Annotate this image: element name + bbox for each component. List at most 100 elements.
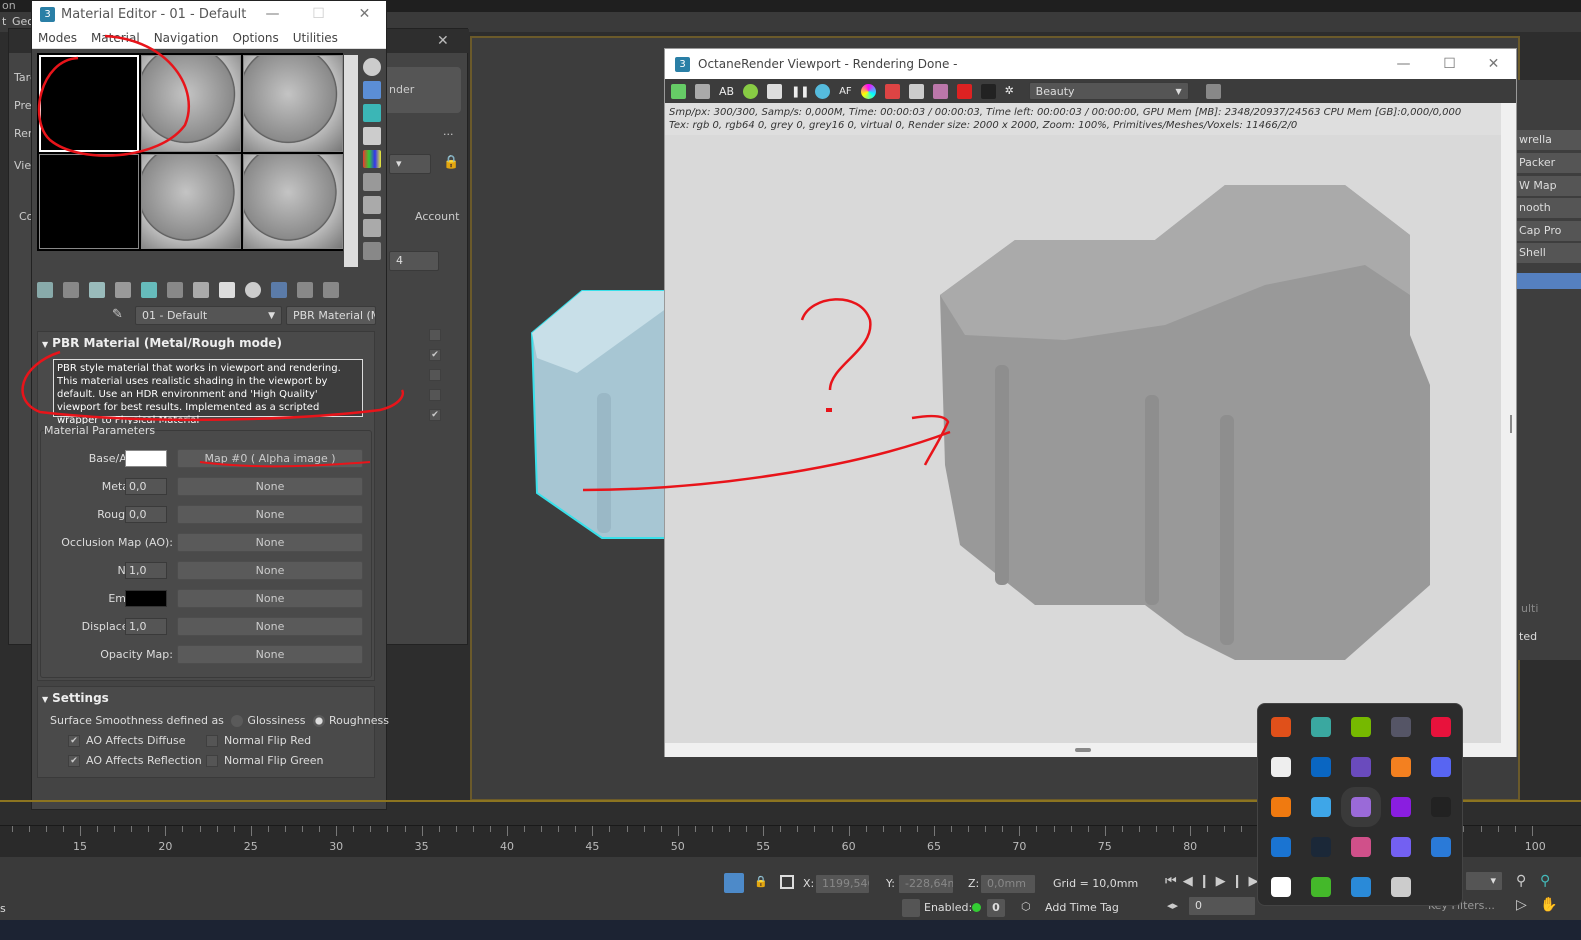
maximize-button[interactable]: ☐ (1427, 49, 1472, 79)
metalness-spinner[interactable]: 0,0 (125, 478, 167, 495)
rollout-header[interactable]: ▼ PBR Material (Metal/Rough mode) (38, 332, 374, 350)
modifier-button[interactable]: nooth (1517, 198, 1581, 218)
time-config-icon[interactable]: ◂▸ (1167, 899, 1178, 912)
selection-lock-icon[interactable] (724, 873, 744, 893)
checkbox[interactable]: ✔ (429, 349, 441, 361)
options-icon[interactable] (363, 196, 381, 214)
copilot-icon[interactable] (1351, 837, 1371, 857)
minimize-button[interactable]: — (250, 1, 295, 28)
go-to-parent-icon[interactable] (297, 282, 313, 298)
assign-material-icon[interactable] (89, 282, 105, 298)
red-app-icon[interactable] (1431, 717, 1451, 737)
show-shaded-icon[interactable] (245, 282, 261, 298)
roughness-map-button[interactable]: None (177, 505, 363, 524)
emission-color-swatch[interactable] (125, 590, 167, 607)
ab-compare-button[interactable]: AB (719, 85, 734, 98)
steam-icon[interactable] (1311, 837, 1331, 857)
material-slot[interactable] (243, 55, 343, 152)
checkbox[interactable] (429, 389, 441, 401)
modifier-button[interactable]: W Map (1517, 176, 1581, 196)
minimize-button[interactable]: — (1381, 49, 1426, 79)
roughness-radio[interactable] (312, 715, 325, 727)
maximize-button[interactable]: ☐ (296, 1, 341, 28)
material-navigator-icon[interactable] (363, 242, 381, 260)
backlight-icon[interactable] (363, 81, 381, 99)
checkbox[interactable] (429, 329, 441, 341)
normal-spinner[interactable]: 1,0 (125, 562, 167, 579)
restart-icon[interactable] (743, 83, 759, 99)
account-tab[interactable]: Account (415, 210, 459, 223)
lock-icon[interactable]: 🔒 (754, 875, 768, 888)
ao-diffuse-checkbox[interactable]: ✔ AO Affects Diffuse (68, 734, 186, 747)
cloudflare-icon[interactable] (1391, 757, 1411, 777)
base-map-button[interactable]: Map #0 ( Alpha image ) (177, 449, 363, 468)
feather-icon[interactable] (1341, 787, 1381, 827)
linkedin-icon[interactable] (1311, 757, 1331, 777)
modifier-stack-selected[interactable] (1517, 273, 1581, 289)
autofocus-button[interactable]: AF (839, 86, 852, 97)
playback-controls[interactable]: ⏮◀❙▶❙▶ (1165, 874, 1264, 889)
ao-reflection-checkbox[interactable]: ✔ AO Affects Reflection (68, 754, 202, 767)
delete-icon[interactable] (115, 282, 131, 298)
material-slot[interactable] (39, 55, 139, 152)
put-to-scene-icon[interactable] (63, 282, 79, 298)
viber-icon[interactable] (1391, 837, 1411, 857)
material-name-field[interactable]: 01 - Default ▼ (135, 306, 282, 325)
background-icon[interactable] (363, 104, 381, 122)
uv-tiling-icon[interactable] (363, 127, 381, 145)
defender-icon[interactable] (1351, 877, 1371, 897)
occlusion-map-button[interactable]: None (177, 533, 363, 552)
material-slot[interactable] (141, 154, 241, 249)
app-grid-icon[interactable] (1311, 717, 1331, 737)
metalness-map-button[interactable]: None (177, 477, 363, 496)
checkbox[interactable] (429, 369, 441, 381)
more-icon[interactable]: ... (443, 125, 454, 138)
material-slot[interactable] (141, 55, 241, 152)
lightning-icon[interactable] (1311, 797, 1331, 817)
zoom-icon[interactable]: ⚲ (1516, 873, 1526, 889)
monitor-icon[interactable] (1431, 837, 1451, 857)
make-unique-icon[interactable] (141, 282, 157, 298)
modifier-button[interactable]: Cap Pro (1517, 221, 1581, 241)
patreon-icon[interactable] (1271, 757, 1291, 777)
video-color-check-icon[interactable] (363, 150, 381, 168)
razer-icon[interactable] (1311, 877, 1331, 897)
get-material-icon[interactable] (37, 282, 53, 298)
blizzard-icon[interactable] (1271, 837, 1291, 857)
network-icon[interactable] (1391, 717, 1411, 737)
material-slot[interactable] (243, 154, 343, 249)
effects-channel-icon[interactable] (219, 282, 235, 298)
menu-material[interactable]: Material (91, 31, 140, 45)
modifier-button[interactable]: wrella (1517, 130, 1581, 150)
key-mode-dropdown[interactable]: ▾ (1465, 871, 1503, 891)
normal-flip-green-checkbox[interactable]: Normal Flip Green (206, 754, 324, 767)
eyedropper-icon[interactable]: ✎ (112, 307, 123, 322)
x-coordinate-field[interactable]: 1199,546m (815, 874, 870, 894)
modifier-button[interactable]: Packer (1517, 153, 1581, 173)
close-button[interactable]: ✕ (1471, 49, 1516, 79)
go-forward-icon[interactable] (323, 282, 339, 298)
ea-icon[interactable] (1271, 717, 1291, 737)
modifier-button[interactable]: Shell (1517, 243, 1581, 263)
normal-flip-red-checkbox[interactable]: Normal Flip Red (206, 734, 311, 747)
film-red-icon[interactable] (956, 83, 972, 99)
close-icon[interactable]: ✕ (437, 33, 449, 49)
epic-games-icon[interactable] (1431, 797, 1451, 817)
spinner[interactable]: 4 (389, 251, 439, 271)
base-color-swatch[interactable] (125, 450, 167, 467)
menu-partial[interactable]: t (2, 15, 6, 28)
emission-map-button[interactable]: None (177, 589, 363, 608)
menu-navigation[interactable]: Navigation (154, 31, 219, 45)
render-image[interactable] (665, 135, 1501, 743)
slots-scrollbar[interactable] (344, 55, 358, 267)
color-picker-icon[interactable] (860, 83, 876, 99)
normal-map-button[interactable]: None (177, 561, 363, 580)
render-pass-select[interactable]: Beauty ▼ (1028, 82, 1189, 100)
zoom-all-icon[interactable]: ⚲ (1540, 873, 1550, 889)
close-button[interactable]: ✕ (342, 1, 387, 28)
current-frame-field[interactable]: 0 (1188, 896, 1256, 916)
export-icon[interactable] (671, 83, 686, 99)
glossiness-radio[interactable] (231, 715, 244, 727)
lock-icon[interactable]: 🔒 (443, 155, 459, 170)
add-time-tag-button[interactable]: Add Time Tag (1045, 901, 1119, 914)
